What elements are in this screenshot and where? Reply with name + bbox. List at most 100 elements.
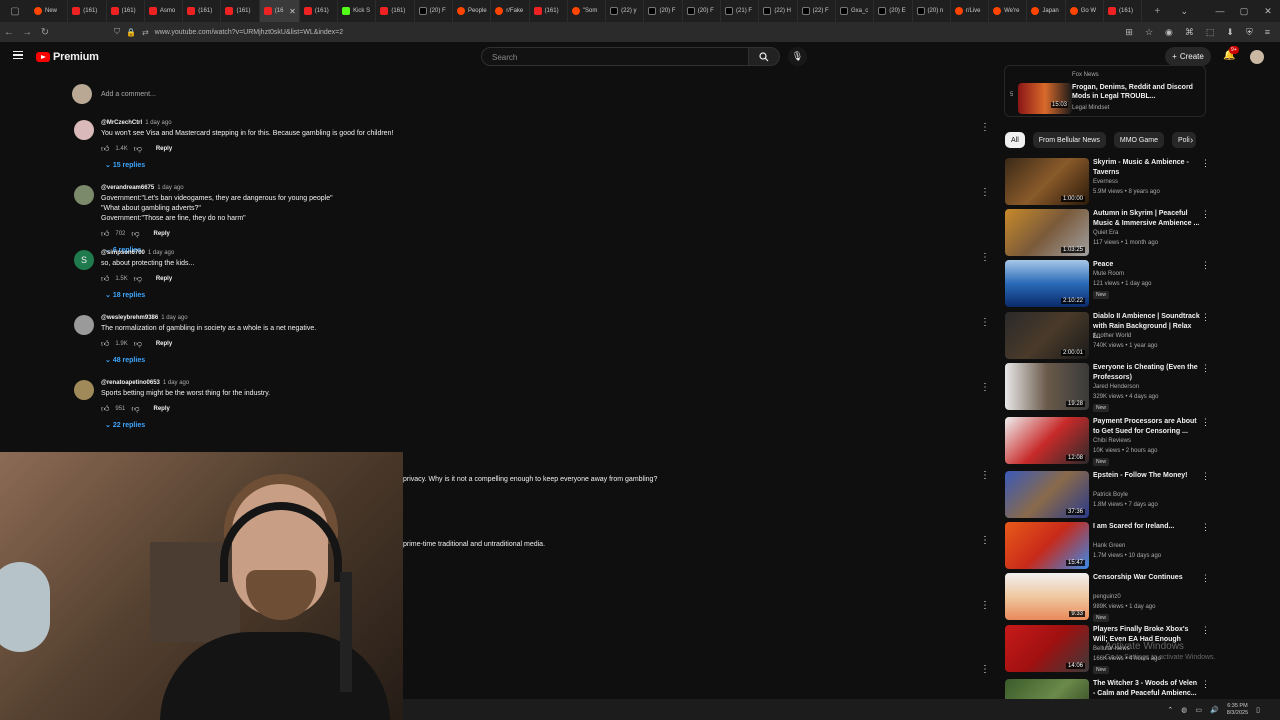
reply-button[interactable]: Reply bbox=[154, 231, 170, 237]
guide-menu-icon[interactable] bbox=[13, 51, 23, 59]
comment-more-icon[interactable]: ⋮ bbox=[980, 664, 990, 675]
recommended-video[interactable]: 2:00:01 Diablo II Ambience | Soundtrack w… bbox=[1005, 312, 1210, 360]
browser-tab[interactable]: (20) F bbox=[683, 0, 722, 22]
video-more-icon[interactable]: ⋮ bbox=[1201, 573, 1210, 584]
browser-tab[interactable]: r/Live bbox=[951, 0, 990, 22]
video-more-icon[interactable]: ⋮ bbox=[1201, 158, 1210, 169]
video-more-icon[interactable]: ⋮ bbox=[1201, 312, 1210, 323]
brave-shield-icon[interactable]: ⛨ bbox=[1246, 27, 1253, 38]
playlist-title[interactable]: Frogan, Denims, Reddit and Discord Mods … bbox=[1072, 83, 1202, 101]
account-avatar[interactable] bbox=[1250, 50, 1264, 64]
video-channel[interactable]: Another World bbox=[1093, 333, 1131, 339]
reply-button[interactable]: Reply bbox=[156, 341, 172, 347]
video-channel[interactable]: penguinz0 bbox=[1093, 594, 1121, 600]
tab-actions-icon[interactable]: ▢ bbox=[0, 0, 30, 22]
browser-tab[interactable]: (22) F bbox=[798, 0, 836, 22]
video-channel[interactable]: Quiet Era bbox=[1093, 230, 1118, 236]
browser-tab[interactable]: (161) bbox=[530, 0, 568, 22]
video-title[interactable]: Everyone is Cheating (Even the Professor… bbox=[1093, 363, 1201, 383]
video-thumbnail[interactable]: 9:33 bbox=[1005, 573, 1089, 620]
browser-tab[interactable]: (20) F bbox=[415, 0, 453, 22]
browser-tab[interactable]: People bbox=[453, 0, 492, 22]
browser-tab[interactable]: New bbox=[30, 0, 69, 22]
dislike-icon[interactable]: 👎︎ bbox=[134, 144, 142, 154]
search-button[interactable] bbox=[748, 47, 780, 66]
browser-tab[interactable]: Go W bbox=[1066, 0, 1105, 22]
browser-tab[interactable]: (22) H bbox=[759, 0, 798, 22]
comment-author[interactable]: @verandream6675 bbox=[101, 185, 154, 191]
reply-button[interactable]: Reply bbox=[156, 276, 172, 282]
browser-tab[interactable]: (22) y bbox=[606, 0, 645, 22]
site-info-icon[interactable]: ⛉ bbox=[114, 27, 120, 37]
video-more-icon[interactable]: ⋮ bbox=[1201, 417, 1210, 428]
browser-tab[interactable]: Gxa_c bbox=[836, 0, 875, 22]
chevron-right-icon[interactable]: › bbox=[1190, 135, 1193, 146]
video-title[interactable]: Censorship War Continues bbox=[1093, 573, 1201, 583]
video-more-icon[interactable]: ⋮ bbox=[1201, 260, 1210, 271]
like-icon[interactable]: 👍︎ bbox=[101, 274, 109, 284]
extension-icon[interactable]: ◉ bbox=[1165, 27, 1173, 38]
playlist-panel-item[interactable]: 5 Fox News 15:03 Frogan, Denims, Reddit … bbox=[1004, 65, 1206, 117]
comment-time[interactable]: 1 day ago bbox=[145, 120, 171, 126]
video-more-icon[interactable]: ⋮ bbox=[1201, 209, 1210, 220]
browser-tab[interactable]: (161) bbox=[300, 0, 339, 22]
video-thumbnail[interactable]: 37:36 bbox=[1005, 471, 1089, 518]
browser-tab[interactable]: (21) F bbox=[721, 0, 760, 22]
comment-author[interactable]: @simpson6700 bbox=[101, 250, 145, 256]
back-icon[interactable]: ← bbox=[0, 27, 18, 38]
comment-time[interactable]: 1 day ago bbox=[148, 250, 174, 256]
video-title[interactable]: Skyrim - Music & Ambience - Taverns bbox=[1093, 158, 1201, 178]
tab-search-icon[interactable]: ⌄ bbox=[1172, 6, 1196, 17]
filter-chip[interactable]: MMO Game bbox=[1113, 132, 1164, 148]
video-title[interactable]: I am Scared for Ireland... bbox=[1093, 522, 1201, 532]
browser-tab[interactable]: (16 ✕ bbox=[259, 0, 300, 22]
video-more-icon[interactable]: ⋮ bbox=[1201, 522, 1210, 533]
view-replies-button[interactable]: ⌄ 22 replies bbox=[105, 421, 145, 429]
video-channel[interactable]: Hank Green bbox=[1093, 543, 1125, 549]
video-thumbnail[interactable]: 15:47 bbox=[1005, 522, 1089, 569]
video-more-icon[interactable]: ⋮ bbox=[1201, 363, 1210, 374]
recommended-video[interactable]: The Witcher 3 - Woods of Velen - Calm an… bbox=[1005, 679, 1210, 720]
browser-tab[interactable]: We're bbox=[989, 0, 1028, 22]
filter-chip[interactable]: All bbox=[1005, 132, 1025, 148]
browser-tab[interactable]: (20) F bbox=[644, 0, 683, 22]
search-input[interactable]: Search bbox=[481, 47, 749, 66]
tray-chevron-icon[interactable]: ⌃ bbox=[1167, 706, 1173, 714]
comment-more-icon[interactable]: ⋮ bbox=[980, 535, 990, 546]
browser-tab[interactable]: Japan bbox=[1027, 0, 1066, 22]
voice-search-button[interactable]: 🎙 bbox=[788, 47, 807, 66]
browser-tab[interactable]: (20) E bbox=[874, 0, 913, 22]
shield-icon[interactable]: ⇄ bbox=[142, 28, 149, 37]
browser-tab[interactable]: (161) bbox=[68, 0, 107, 22]
comment-author[interactable]: @wesleybrehm9386 bbox=[101, 315, 158, 321]
video-channel[interactable]: Everness bbox=[1093, 179, 1118, 185]
comment-author[interactable]: @MrCzechCtrl bbox=[101, 120, 142, 126]
like-icon[interactable]: 👍︎ bbox=[101, 339, 109, 349]
dislike-icon[interactable]: 👎︎ bbox=[131, 229, 139, 239]
add-comment-placeholder[interactable]: Add a comment... bbox=[101, 91, 156, 98]
playlist-channel[interactable]: Legal Mindset bbox=[1072, 105, 1109, 111]
create-button[interactable]: + Create bbox=[1165, 47, 1211, 66]
comment-more-icon[interactable]: ⋮ bbox=[980, 122, 990, 133]
install-app-icon[interactable]: ⊞ bbox=[1125, 27, 1133, 38]
close-tab-icon[interactable]: ✕ bbox=[289, 7, 296, 16]
playlist-thumbnail[interactable] bbox=[1018, 83, 1072, 114]
commenter-avatar[interactable]: S bbox=[74, 250, 94, 270]
url-field[interactable]: ⛉ 🔒 ⇄ www.youtube.com/watch?v=URMjhzt0sk… bbox=[114, 27, 1014, 37]
comment-more-icon[interactable]: ⋮ bbox=[980, 317, 990, 328]
video-thumbnail[interactable]: 2:00:01 bbox=[1005, 312, 1089, 359]
comment-author[interactable]: @renatoapetino0653 bbox=[101, 380, 160, 386]
view-replies-button[interactable]: ⌄ 48 replies bbox=[105, 356, 145, 364]
video-channel[interactable]: Jared Henderson bbox=[1093, 384, 1139, 390]
comment-more-icon[interactable]: ⋮ bbox=[980, 470, 990, 481]
video-channel[interactable]: Chibi Reviews bbox=[1093, 438, 1131, 444]
volume-icon[interactable]: 🔊 bbox=[1210, 706, 1219, 714]
commenter-avatar[interactable] bbox=[74, 380, 94, 400]
notification-center-icon[interactable]: ▯ bbox=[1256, 706, 1260, 714]
video-title[interactable]: Epstein - Follow The Money! bbox=[1093, 471, 1201, 481]
minimize-icon[interactable]: — bbox=[1208, 6, 1232, 16]
close-window-icon[interactable]: ✕ bbox=[1256, 6, 1280, 17]
dislike-icon[interactable]: 👎︎ bbox=[134, 339, 142, 349]
video-more-icon[interactable]: ⋮ bbox=[1201, 625, 1210, 636]
recommended-video[interactable]: 9:33 Censorship War Continues penguinz0 989… bbox=[1005, 573, 1210, 622]
